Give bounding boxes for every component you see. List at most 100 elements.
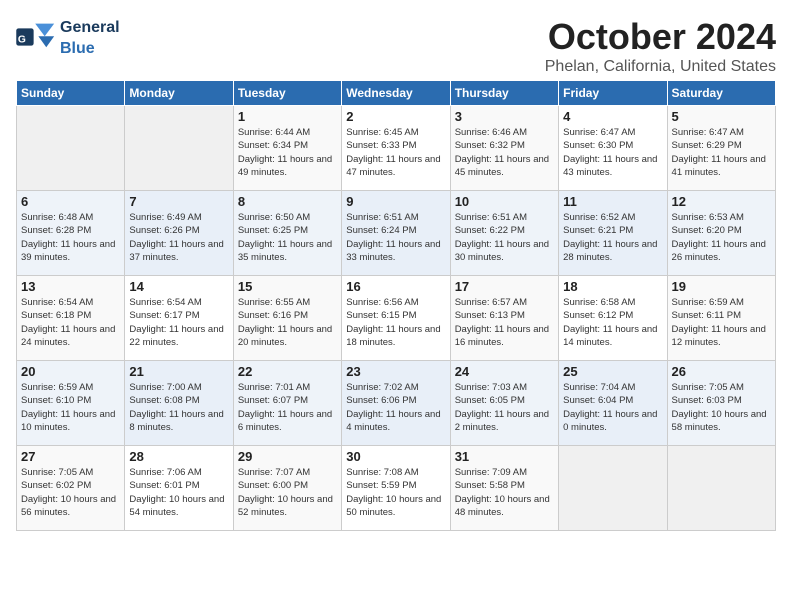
day-number: 8 bbox=[238, 194, 337, 209]
header-thursday: Thursday bbox=[450, 81, 558, 106]
day-detail: Sunrise: 6:51 AM Sunset: 6:22 PM Dayligh… bbox=[455, 211, 554, 264]
calendar-cell: 16 Sunrise: 6:56 AM Sunset: 6:15 PM Dayli… bbox=[342, 276, 450, 361]
day-detail: Sunrise: 6:59 AM Sunset: 6:10 PM Dayligh… bbox=[21, 381, 120, 434]
calendar-cell: 14Sunrise: 6:54 AM Sunset: 6:17 PM Dayli… bbox=[125, 276, 233, 361]
day-detail: Sunrise: 6:55 AM Sunset: 6:16 PM Dayligh… bbox=[238, 296, 337, 349]
day-detail: Sunrise: 6:56 AM Sunset: 6:15 PM Dayligh… bbox=[346, 296, 445, 349]
day-detail: Sunrise: 7:08 AM Sunset: 5:59 PM Dayligh… bbox=[346, 466, 445, 519]
calendar-cell: 24 Sunrise: 7:03 AM Sunset: 6:05 PM Dayli… bbox=[450, 361, 558, 446]
day-detail: Sunrise: 7:00 AM Sunset: 6:08 PM Dayligh… bbox=[129, 381, 228, 434]
day-detail: Sunrise: 6:52 AM Sunset: 6:21 PM Dayligh… bbox=[563, 211, 662, 264]
calendar-table: Sunday Monday Tuesday Wednesday Thursday… bbox=[16, 80, 776, 531]
day-number: 14 bbox=[129, 279, 228, 294]
calendar-cell: 30 Sunrise: 7:08 AM Sunset: 5:59 PM Dayli… bbox=[342, 446, 450, 531]
day-detail: Sunrise: 7:01 AM Sunset: 6:07 PM Dayligh… bbox=[238, 381, 337, 434]
calendar-cell bbox=[125, 106, 233, 191]
header-sunday: Sunday bbox=[17, 81, 125, 106]
day-number: 17 bbox=[455, 279, 554, 294]
day-number: 7 bbox=[129, 194, 228, 209]
day-number: 19 bbox=[672, 279, 771, 294]
title-block: October 2024 Phelan, California, United … bbox=[545, 16, 776, 76]
header-row: Sunday Monday Tuesday Wednesday Thursday… bbox=[17, 81, 776, 106]
calendar-cell: 4 Sunrise: 6:47 AM Sunset: 6:30 PM Daylig… bbox=[559, 106, 667, 191]
calendar-cell: 21 Sunrise: 7:00 AM Sunset: 6:08 PM Dayli… bbox=[125, 361, 233, 446]
logo: G General Blue bbox=[16, 16, 120, 58]
calendar-cell: 19 Sunrise: 6:59 AM Sunset: 6:11 PM Dayli… bbox=[667, 276, 775, 361]
calendar-cell: 7 Sunrise: 6:49 AM Sunset: 6:26 PM Daylig… bbox=[125, 191, 233, 276]
header-monday: Monday bbox=[125, 81, 233, 106]
calendar-cell bbox=[667, 446, 775, 531]
calendar-cell: 23Sunrise: 7:02 AM Sunset: 6:06 PM Dayli… bbox=[342, 361, 450, 446]
calendar-cell: 29 Sunrise: 7:07 AM Sunset: 6:00 PM Dayli… bbox=[233, 446, 341, 531]
day-number: 27 bbox=[21, 449, 120, 464]
day-detail: Sunrise: 6:51 AM Sunset: 6:24 PM Dayligh… bbox=[346, 211, 445, 264]
calendar-cell: 20 Sunrise: 6:59 AM Sunset: 6:10 PM Dayli… bbox=[17, 361, 125, 446]
header-tuesday: Tuesday bbox=[233, 81, 341, 106]
calendar-week-3: 13 Sunrise: 6:54 AM Sunset: 6:18 PM Dayli… bbox=[17, 276, 776, 361]
day-number: 1 bbox=[238, 109, 337, 124]
calendar-week-2: 6 Sunrise: 6:48 AM Sunset: 6:28 PM Daylig… bbox=[17, 191, 776, 276]
day-number: 31 bbox=[455, 449, 554, 464]
header: G General Blue October 2024 Phelan, Cali… bbox=[16, 16, 776, 76]
logo-icon: G bbox=[16, 22, 56, 52]
day-number: 6 bbox=[21, 194, 120, 209]
day-detail: Sunrise: 6:46 AM Sunset: 6:32 PM Dayligh… bbox=[455, 126, 554, 179]
calendar-cell: 26Sunrise: 7:05 AM Sunset: 6:03 PM Dayli… bbox=[667, 361, 775, 446]
day-detail: Sunrise: 7:05 AM Sunset: 6:02 PM Dayligh… bbox=[21, 466, 120, 519]
day-detail: Sunrise: 7:09 AM Sunset: 5:58 PM Dayligh… bbox=[455, 466, 554, 519]
day-number: 22 bbox=[238, 364, 337, 379]
day-number: 11 bbox=[563, 194, 662, 209]
day-detail: Sunrise: 6:57 AM Sunset: 6:13 PM Dayligh… bbox=[455, 296, 554, 349]
day-number: 3 bbox=[455, 109, 554, 124]
day-detail: Sunrise: 6:45 AM Sunset: 6:33 PM Dayligh… bbox=[346, 126, 445, 179]
calendar-cell: 13 Sunrise: 6:54 AM Sunset: 6:18 PM Dayli… bbox=[17, 276, 125, 361]
day-number: 24 bbox=[455, 364, 554, 379]
day-number: 29 bbox=[238, 449, 337, 464]
day-number: 23 bbox=[346, 364, 445, 379]
calendar-cell: 11 Sunrise: 6:52 AM Sunset: 6:21 PM Dayli… bbox=[559, 191, 667, 276]
day-detail: Sunrise: 7:06 AM Sunset: 6:01 PM Dayligh… bbox=[129, 466, 228, 519]
day-number: 4 bbox=[563, 109, 662, 124]
day-detail: Sunrise: 6:54 AM Sunset: 6:18 PM Dayligh… bbox=[21, 296, 120, 349]
calendar-week-5: 27 Sunrise: 7:05 AM Sunset: 6:02 PM Dayli… bbox=[17, 446, 776, 531]
day-detail: Sunrise: 7:04 AM Sunset: 6:04 PM Dayligh… bbox=[563, 381, 662, 434]
header-wednesday: Wednesday bbox=[342, 81, 450, 106]
day-number: 30 bbox=[346, 449, 445, 464]
calendar-cell: 2 Sunrise: 6:45 AM Sunset: 6:33 PM Daylig… bbox=[342, 106, 450, 191]
day-detail: Sunrise: 6:50 AM Sunset: 6:25 PM Dayligh… bbox=[238, 211, 337, 264]
calendar-week-1: 1Sunrise: 6:44 AM Sunset: 6:34 PM Daylig… bbox=[17, 106, 776, 191]
calendar-cell: 31 Sunrise: 7:09 AM Sunset: 5:58 PM Dayli… bbox=[450, 446, 558, 531]
page-container: G General Blue October 2024 Phelan, Cali… bbox=[0, 0, 792, 539]
calendar-cell: 5Sunrise: 6:47 AM Sunset: 6:29 PM Daylig… bbox=[667, 106, 775, 191]
day-number: 16 bbox=[346, 279, 445, 294]
day-number: 2 bbox=[346, 109, 445, 124]
day-number: 13 bbox=[21, 279, 120, 294]
logo-general-text: General bbox=[60, 19, 120, 36]
calendar-cell: 28 Sunrise: 7:06 AM Sunset: 6:01 PM Dayli… bbox=[125, 446, 233, 531]
day-detail: Sunrise: 6:59 AM Sunset: 6:11 PM Dayligh… bbox=[672, 296, 771, 349]
calendar-cell: 8 Sunrise: 6:50 AM Sunset: 6:25 PM Daylig… bbox=[233, 191, 341, 276]
day-detail: Sunrise: 6:47 AM Sunset: 6:30 PM Dayligh… bbox=[563, 126, 662, 179]
day-number: 28 bbox=[129, 449, 228, 464]
day-detail: Sunrise: 6:49 AM Sunset: 6:26 PM Dayligh… bbox=[129, 211, 228, 264]
calendar-cell: 1Sunrise: 6:44 AM Sunset: 6:34 PM Daylig… bbox=[233, 106, 341, 191]
calendar-cell: 12 Sunrise: 6:53 AM Sunset: 6:20 PM Dayli… bbox=[667, 191, 775, 276]
day-detail: Sunrise: 7:03 AM Sunset: 6:05 PM Dayligh… bbox=[455, 381, 554, 434]
header-saturday: Saturday bbox=[667, 81, 775, 106]
calendar-header: Sunday Monday Tuesday Wednesday Thursday… bbox=[17, 81, 776, 106]
day-number: 12 bbox=[672, 194, 771, 209]
svg-text:G: G bbox=[18, 35, 26, 46]
day-detail: Sunrise: 6:48 AM Sunset: 6:28 PM Dayligh… bbox=[21, 211, 120, 264]
day-detail: Sunrise: 6:58 AM Sunset: 6:12 PM Dayligh… bbox=[563, 296, 662, 349]
calendar-week-4: 20 Sunrise: 6:59 AM Sunset: 6:10 PM Dayli… bbox=[17, 361, 776, 446]
location: Phelan, California, United States bbox=[545, 58, 776, 76]
day-detail: Sunrise: 6:53 AM Sunset: 6:20 PM Dayligh… bbox=[672, 211, 771, 264]
day-detail: Sunrise: 7:07 AM Sunset: 6:00 PM Dayligh… bbox=[238, 466, 337, 519]
calendar-cell: 3 Sunrise: 6:46 AM Sunset: 6:32 PM Daylig… bbox=[450, 106, 558, 191]
day-number: 20 bbox=[21, 364, 120, 379]
day-number: 25 bbox=[563, 364, 662, 379]
day-number: 15 bbox=[238, 279, 337, 294]
calendar-cell: 18Sunrise: 6:58 AM Sunset: 6:12 PM Dayli… bbox=[559, 276, 667, 361]
day-number: 21 bbox=[129, 364, 228, 379]
day-number: 9 bbox=[346, 194, 445, 209]
